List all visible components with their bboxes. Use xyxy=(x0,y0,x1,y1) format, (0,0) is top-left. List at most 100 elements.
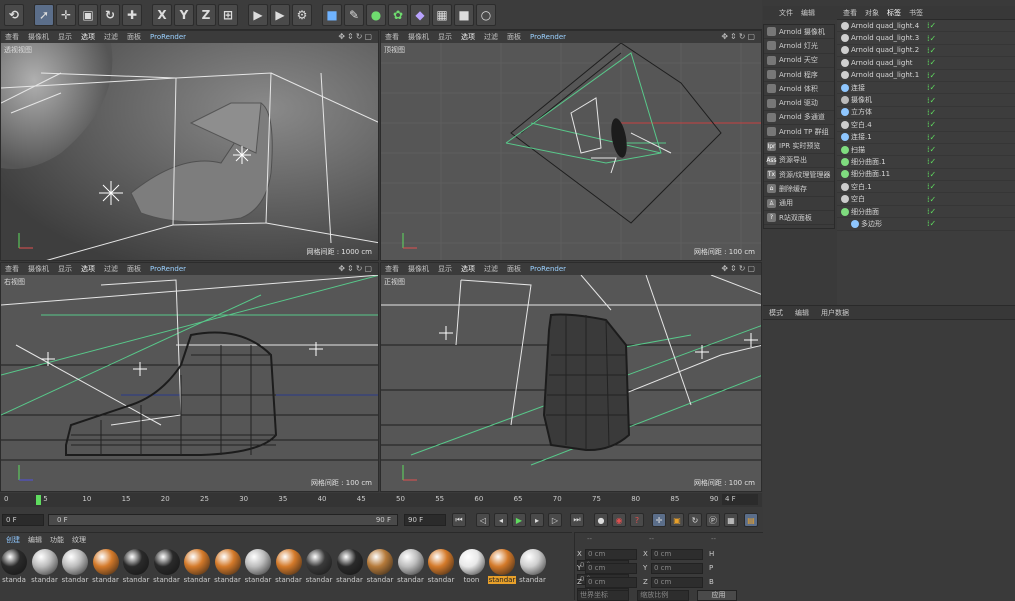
x-axis-button[interactable]: X xyxy=(152,3,172,26)
object-name[interactable]: Arnold quad_light.2 xyxy=(851,46,919,54)
object-row[interactable]: Arnold quad_light ⁞✓ xyxy=(837,57,1015,70)
visibility-check-icon[interactable]: ⁞✓ xyxy=(927,207,945,216)
material-swatch[interactable]: standar xyxy=(183,549,211,584)
object-row[interactable]: 连接 ⁞✓ xyxy=(837,82,1015,95)
object-name[interactable]: 空白 xyxy=(851,194,865,204)
scale-icon[interactable]: ▣ xyxy=(78,3,98,26)
material-swatch[interactable]: standar xyxy=(427,549,455,584)
apply-button[interactable]: 应用 xyxy=(697,590,738,601)
material-swatch[interactable]: standar xyxy=(92,549,120,584)
viewport-top[interactable]: 查看 摄像机 显示 选项 过滤 面板 ProRender ✥⇕↻▢ 顶视图 网格… xyxy=(380,30,762,261)
coord-value-field[interactable]: 0 cm xyxy=(585,577,637,588)
object-name[interactable]: Arnold quad_light.3 xyxy=(851,34,919,42)
subdivision-icon[interactable]: ● xyxy=(366,3,386,26)
menu-display[interactable]: 显示 xyxy=(438,32,452,42)
visibility-check-icon[interactable]: ⁞✓ xyxy=(927,219,945,228)
visibility-check-icon[interactable]: ⁞✓ xyxy=(927,96,945,105)
material-swatch[interactable]: standar xyxy=(366,549,394,584)
object-row[interactable]: 扫描 ⁞✓ xyxy=(837,144,1015,157)
scale-dropdown[interactable]: 缩放比例 xyxy=(637,590,690,601)
menu-camera[interactable]: 摄像机 xyxy=(28,32,49,42)
select-icon[interactable]: ➚ xyxy=(34,3,54,26)
menu-view[interactable]: 查看 xyxy=(385,264,399,274)
menu-options[interactable]: 选项 xyxy=(81,264,95,274)
light-icon[interactable]: ○ xyxy=(476,3,496,26)
autokey-icon[interactable]: ◉ xyxy=(612,513,626,527)
coord-value-field[interactable]: 0 cm xyxy=(651,563,703,574)
menu-view[interactable]: 查看 xyxy=(5,264,19,274)
arnold-menu-item[interactable]: Arnold 天空 xyxy=(764,54,834,68)
go-end-icon[interactable]: ⏭ xyxy=(570,513,584,527)
visibility-check-icon[interactable]: ⁞✓ xyxy=(927,83,945,92)
object-name[interactable]: 空白.4 xyxy=(851,120,872,130)
z-axis-button[interactable]: Z xyxy=(196,3,216,26)
material-swatch[interactable]: standar xyxy=(122,549,150,584)
object-row[interactable]: 空白.4 ⁞✓ xyxy=(837,119,1015,132)
visibility-check-icon[interactable]: ⁞✓ xyxy=(927,34,945,43)
cube-icon[interactable]: ■ xyxy=(322,3,342,26)
object-row[interactable]: Arnold quad_light.2 ⁞✓ xyxy=(837,45,1015,58)
object-row[interactable]: 连接.1 ⁞✓ xyxy=(837,132,1015,144)
menu-edit[interactable]: 编辑 xyxy=(801,8,815,18)
object-row[interactable]: 立方体 ⁞✓ xyxy=(837,107,1015,120)
object-row[interactable]: 细分曲面.1 ⁞✓ xyxy=(837,156,1015,169)
material-swatch[interactable]: standar xyxy=(305,549,333,584)
menu-options[interactable]: 选项 xyxy=(461,264,475,274)
object-row[interactable]: Arnold quad_light.4 ⁞✓ xyxy=(837,20,1015,33)
visibility-check-icon[interactable]: ⁞✓ xyxy=(927,108,945,117)
material-swatch[interactable]: standar xyxy=(275,549,303,584)
object-name[interactable]: 扫描 xyxy=(851,145,865,155)
visibility-check-icon[interactable]: ⁞✓ xyxy=(927,133,945,142)
render-settings-icon[interactable]: ⚙ xyxy=(292,3,312,26)
menu-objects[interactable]: 对象 xyxy=(865,8,879,18)
menu-file[interactable]: 文件 xyxy=(779,8,793,18)
menu-view[interactable]: 查看 xyxy=(385,32,399,42)
visibility-check-icon[interactable]: ⁞✓ xyxy=(927,21,945,30)
menu-view[interactable]: 查看 xyxy=(5,32,19,42)
arnold-menu-item[interactable]: Tx 资源/纹理管理器 xyxy=(764,168,834,183)
viewport-nav-icons[interactable]: ✥⇕↻▢ xyxy=(721,264,757,273)
object-name[interactable]: 空白.1 xyxy=(851,182,872,192)
arnold-menu-item[interactable]: Arnold TP 群组 xyxy=(764,125,834,140)
menu-filter[interactable]: 过滤 xyxy=(484,32,498,42)
menu-camera[interactable]: 摄像机 xyxy=(408,264,429,274)
menu-bookmarks[interactable]: 书签 xyxy=(909,8,923,18)
object-row[interactable]: 空白.1 ⁞✓ xyxy=(837,181,1015,194)
visibility-check-icon[interactable]: ⁞✓ xyxy=(927,182,945,191)
menu-display[interactable]: 显示 xyxy=(438,264,452,274)
menu-panel[interactable]: 面板 xyxy=(507,32,521,42)
arnold-menu-item[interactable]: ⌂ 删除缓存 xyxy=(764,182,834,197)
object-row[interactable]: 细分曲面.11 ⁞✓ xyxy=(837,169,1015,182)
object-name[interactable]: 连接 xyxy=(851,83,865,93)
menu-camera[interactable]: 摄像机 xyxy=(28,264,49,274)
menu-function[interactable]: 功能 xyxy=(50,535,64,545)
arnold-menu-item[interactable]: Arnold 驱动 xyxy=(764,96,834,111)
next-key-icon[interactable]: ▷ xyxy=(548,513,562,527)
current-frame-field[interactable]: 4 F xyxy=(722,494,758,505)
object-name[interactable]: Arnold quad_light.4 xyxy=(851,22,919,30)
menu-prorender[interactable]: ProRender xyxy=(150,33,186,41)
start-frame-field[interactable]: 0 F xyxy=(2,514,44,526)
object-row[interactable]: 多边形 ⁞✓ xyxy=(837,218,1015,231)
render-picture-icon[interactable]: ▶ xyxy=(270,3,290,26)
arnold-menu-item[interactable]: ♙ 通用 xyxy=(764,197,834,211)
viewport-front[interactable]: 查看 摄像机 显示 选项 过滤 面板 ProRender ✥⇕↻▢ 正视图 网格… xyxy=(380,262,762,492)
menu-prorender[interactable]: ProRender xyxy=(150,265,186,273)
timeline-window-icon[interactable]: ▤ xyxy=(744,513,758,527)
y-axis-button[interactable]: Y xyxy=(174,3,194,26)
object-row[interactable]: Arnold quad_light.1 ⁞✓ xyxy=(837,70,1015,82)
object-row[interactable]: Arnold quad_light.3 ⁞✓ xyxy=(837,32,1015,45)
object-name[interactable]: 细分曲面 xyxy=(851,207,879,217)
object-name[interactable]: Arnold quad_light xyxy=(851,59,913,67)
arnold-menu-item[interactable]: Ass 资源导出 xyxy=(764,154,834,168)
viewport-nav-icons[interactable]: ✥⇕↻▢ xyxy=(721,32,757,41)
object-name[interactable]: 连接.1 xyxy=(851,132,872,142)
visibility-check-icon[interactable]: ⁞✓ xyxy=(927,145,945,154)
material-swatch[interactable]: standar xyxy=(214,549,242,584)
menu-tags[interactable]: 标签 xyxy=(887,8,901,18)
visibility-check-icon[interactable]: ⁞✓ xyxy=(927,46,945,55)
rotate-key-icon[interactable]: ↻ xyxy=(688,513,702,527)
menu-display[interactable]: 显示 xyxy=(58,264,72,274)
prev-frame-icon[interactable]: ◂ xyxy=(494,513,508,527)
frame-range-slider[interactable]: 0 F 90 F xyxy=(48,514,398,526)
